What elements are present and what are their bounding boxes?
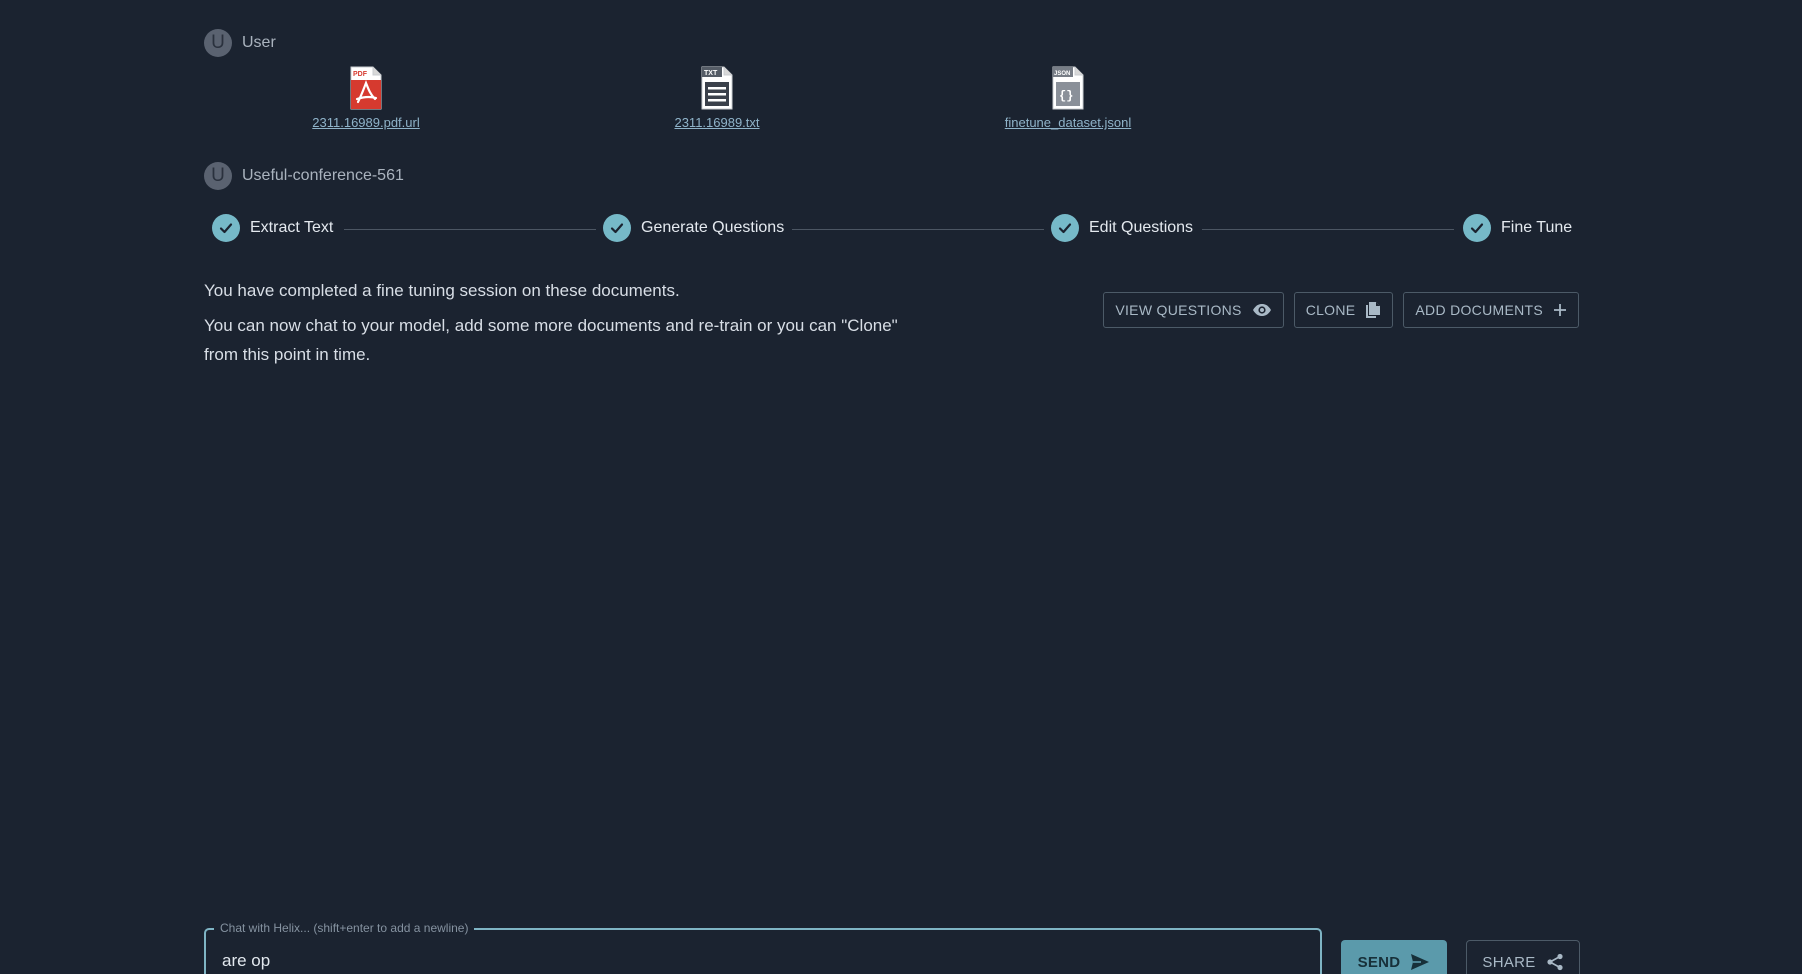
assistant-name: Useful-conference-561 — [242, 167, 404, 184]
add-documents-label: ADD DOCUMENTS — [1415, 302, 1543, 318]
plus-icon — [1554, 304, 1566, 316]
clone-label: CLONE — [1305, 302, 1356, 318]
file-item-txt: TXT 2311.16989.txt — [617, 66, 817, 130]
step-connector — [792, 229, 1044, 230]
session-actions: VIEW QUESTIONS CLONE ADD DOCUMENTS — [1103, 292, 1579, 328]
user-message-header: U User — [204, 29, 276, 57]
completion-message: You have completed a fine tuning session… — [204, 276, 904, 369]
pdf-badge: PDF — [353, 71, 368, 78]
completion-line-1: You have completed a fine tuning session… — [204, 281, 680, 300]
send-button[interactable]: SEND — [1341, 940, 1447, 974]
file-link-jsonl[interactable]: finetune_dataset.jsonl — [1005, 115, 1131, 130]
file-link-txt[interactable]: 2311.16989.txt — [674, 115, 759, 130]
step-connector — [344, 229, 596, 230]
add-documents-button[interactable]: ADD DOCUMENTS — [1403, 292, 1579, 328]
chat-input-label: Chat with Helix... (shift+enter to add a… — [214, 921, 475, 935]
step-fine-tune: Fine Tune — [1463, 214, 1572, 242]
file-item-pdf: PDF 2311.16989.pdf.url — [266, 66, 466, 130]
step-label: Edit Questions — [1089, 219, 1194, 236]
chat-input[interactable] — [220, 950, 1304, 972]
check-icon — [212, 214, 240, 242]
step-generate-questions: Generate Questions — [603, 214, 784, 242]
txt-badge: TXT — [704, 70, 718, 77]
check-icon — [1051, 214, 1079, 242]
step-label: Extract Text — [250, 219, 334, 236]
share-label: SHARE — [1482, 953, 1536, 971]
copy-icon — [1366, 302, 1381, 318]
step-label: Fine Tune — [1501, 219, 1573, 236]
share-icon — [1546, 953, 1563, 971]
user-avatar: U — [204, 29, 232, 57]
step-edit-questions: Edit Questions — [1051, 214, 1193, 242]
view-questions-label: VIEW QUESTIONS — [1115, 302, 1242, 318]
step-label: Generate Questions — [641, 219, 785, 236]
user-name: User — [242, 34, 276, 51]
pdf-file-icon: PDF — [350, 66, 382, 110]
check-icon — [603, 214, 631, 242]
assistant-message-header: U Useful-conference-561 — [204, 162, 404, 190]
send-icon — [1411, 954, 1430, 970]
assistant-avatar: U — [204, 162, 232, 190]
share-button[interactable]: SHARE — [1466, 940, 1580, 974]
step-connector — [1202, 229, 1454, 230]
completion-line-2: You can now chat to your model, add some… — [204, 316, 898, 364]
view-questions-button[interactable]: VIEW QUESTIONS — [1103, 292, 1284, 328]
step-extract-text: Extract Text — [212, 214, 333, 242]
json-file-icon: JSON {} — [1052, 66, 1084, 110]
svg-text:{}: {} — [1059, 89, 1073, 103]
send-label: SEND — [1357, 953, 1401, 971]
clone-button[interactable]: CLONE — [1293, 292, 1394, 328]
chat-input-box: Chat with Helix... (shift+enter to add a… — [204, 921, 1322, 974]
check-icon — [1463, 214, 1491, 242]
json-badge: JSON — [1054, 71, 1070, 77]
txt-file-icon: TXT — [701, 66, 733, 110]
eye-icon — [1252, 304, 1271, 316]
file-item-jsonl: JSON {} finetune_dataset.jsonl — [968, 66, 1168, 130]
file-link-pdf[interactable]: 2311.16989.pdf.url — [312, 115, 419, 130]
session-page: U User PDF 2311.16989.pdf.url TXT 2311.1… — [0, 0, 1802, 974]
fine-tune-stepper: Extract Text Generate Questions Edit Que… — [212, 214, 1572, 246]
